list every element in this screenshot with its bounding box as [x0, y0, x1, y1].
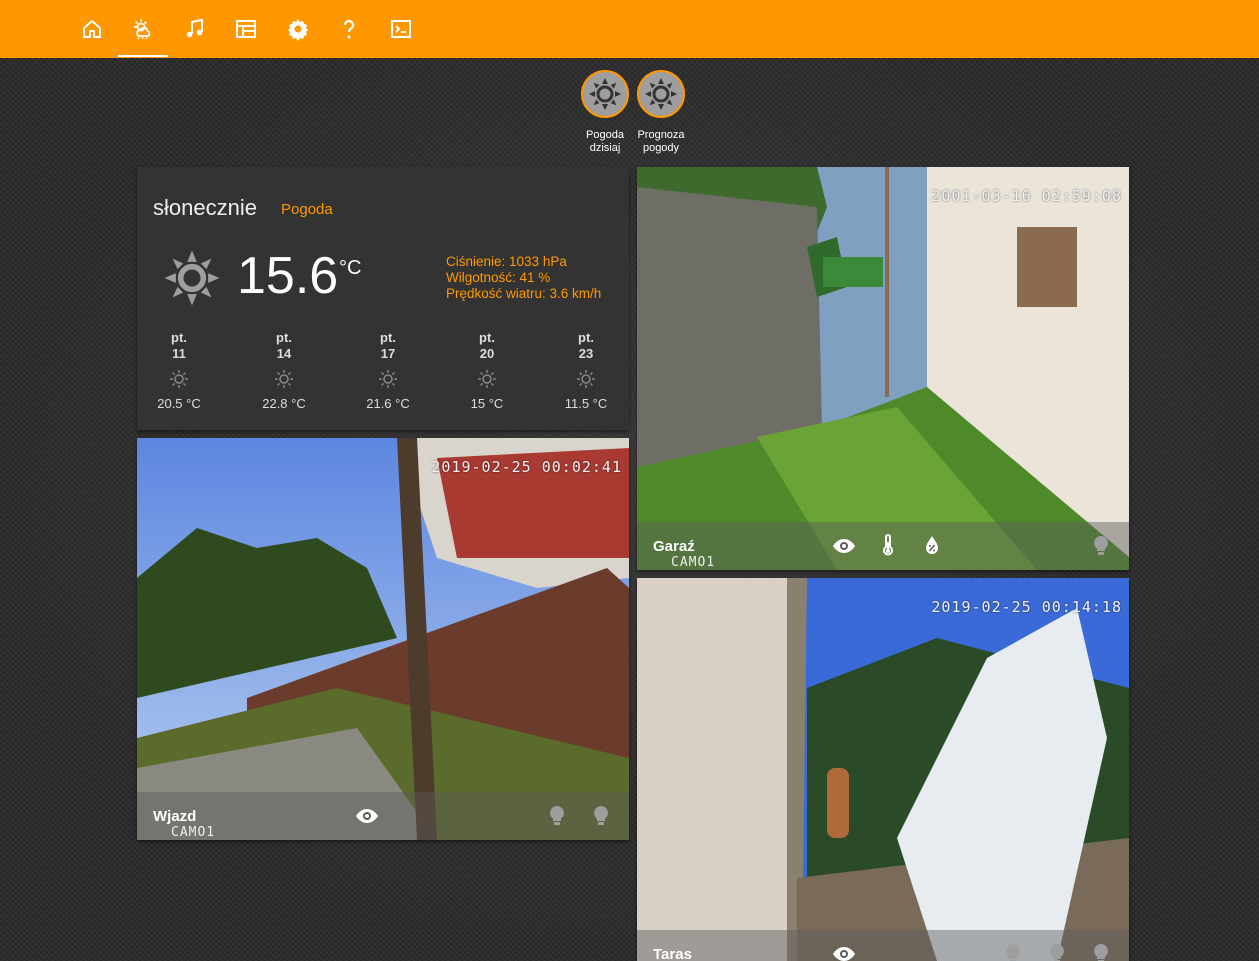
weather-label: Pogoda: [281, 201, 333, 218]
camera-name: Taras: [653, 946, 692, 961]
forecast-date: 23: [578, 346, 594, 361]
lightbulb-icon[interactable]: [1045, 942, 1069, 961]
sun-icon: [353, 369, 423, 391]
lightbulb-icon[interactable]: [1001, 942, 1025, 961]
weather-card[interactable]: słonecznie Pogoda 15.6 °C Ciśnienie: 103…: [137, 167, 629, 430]
camera-timestamp: 2019-02-25 00:02:41: [431, 458, 622, 476]
camera-card-wjazd[interactable]: 2019-02-25 00:02:41 Wjazd CAMO1: [137, 438, 629, 840]
forecast-date: 17: [380, 346, 396, 361]
forecast-day-name: pt.: [380, 330, 396, 345]
camera-name: Wjazd: [153, 808, 197, 825]
eye-icon[interactable]: [832, 534, 856, 558]
camera-timestamp: 2001-03-16 02:59:08: [931, 187, 1122, 205]
music-icon: [186, 18, 203, 38]
camera-toolbar: Wjazd CAMO1: [137, 792, 629, 840]
sun-icon: [249, 369, 319, 391]
scene-weather-today[interactable]: Pogoda dzisiaj: [575, 70, 635, 155]
scene-weather-forecast[interactable]: Prognoza pogody: [631, 70, 691, 155]
lightbulb-icon[interactable]: [545, 804, 569, 828]
camera-feed-image: [137, 438, 629, 840]
tab-music[interactable]: [170, 0, 220, 58]
home-icon: [83, 20, 101, 38]
terminal-icon: [391, 20, 411, 38]
pressure: Ciśnienie: 1033 hPa: [446, 254, 567, 269]
camera-feed-image: [637, 578, 1129, 961]
tab-home[interactable]: [67, 0, 117, 58]
tab-console[interactable]: [376, 0, 426, 58]
tab-weather[interactable]: [118, 0, 168, 58]
wind-speed: Prędkość wiatru: 3.6 km/h: [446, 286, 602, 301]
forecast-day: pt. 20 15 °C: [452, 330, 522, 411]
tab-schedule[interactable]: [221, 0, 271, 58]
lightbulb-icon[interactable]: [1089, 534, 1113, 558]
forecast-temp: 22.8 °C: [262, 396, 306, 411]
forecast-temp: 21.6 °C: [366, 396, 410, 411]
forecast-day: pt. 11 20.5 °C: [144, 330, 214, 411]
camera-card-garaz[interactable]: 2001-03-16 02:59:08 Garaź CAMO1: [637, 167, 1129, 570]
current-temperature: 15.6: [237, 247, 339, 305]
sun-icon: [144, 369, 214, 391]
weather-icon: [134, 19, 151, 40]
forecast-day-name: pt.: [171, 330, 187, 345]
sun-icon: [581, 70, 629, 118]
forecast-day-name: pt.: [276, 330, 292, 345]
weather-details: Ciśnienie: 1033 hPa Wilgotność: 41 % Prę…: [446, 254, 601, 302]
humidity: Wilgotność: 41 %: [446, 270, 551, 285]
camera-timestamp: 2019-02-25 00:14:18: [931, 598, 1122, 616]
scene-label-line2: dzisiaj: [589, 142, 621, 154]
weather-condition: słonecznie: [153, 195, 257, 220]
forecast-day-name: pt.: [479, 330, 495, 345]
sun-icon: [637, 70, 685, 118]
eye-icon[interactable]: [355, 804, 379, 828]
camera-feed-image: [637, 167, 1129, 570]
scene-label-line1: Prognoza: [637, 129, 685, 141]
camera-toolbar: Taras: [637, 930, 1129, 961]
temperature-unit: °C: [339, 257, 362, 279]
camera-toolbar: Garaź CAMO1: [637, 522, 1129, 570]
eye-icon[interactable]: [832, 942, 856, 961]
forecast-date: 11: [172, 346, 186, 361]
top-nav-bar: [0, 0, 1259, 58]
forecast-day: pt. 23 11.5 °C: [551, 330, 621, 411]
tab-settings[interactable]: [273, 0, 323, 58]
schedule-icon: [236, 20, 256, 38]
sun-icon: [452, 369, 522, 391]
camera-name: Garaź: [653, 538, 695, 555]
humidity-icon[interactable]: [920, 534, 944, 558]
thermometer-icon[interactable]: [876, 534, 900, 558]
forecast-temp: 15 °C: [470, 396, 504, 411]
forecast-temp: 11.5 °C: [564, 396, 608, 411]
camera-id: CAMO1: [671, 555, 716, 570]
camera-id: CAMO1: [171, 825, 216, 840]
sun-icon: [551, 369, 621, 391]
help-icon: [343, 19, 355, 39]
sun-icon: [163, 247, 221, 314]
lightbulb-icon[interactable]: [589, 804, 613, 828]
forecast-temp: 20.5 °C: [157, 396, 201, 411]
lightbulb-icon[interactable]: [1089, 942, 1113, 961]
tab-help[interactable]: [324, 0, 374, 58]
forecast-day: pt. 17 21.6 °C: [353, 330, 423, 411]
gear-icon: [288, 19, 308, 41]
forecast-day: pt. 14 22.8 °C: [249, 330, 319, 411]
scene-label-line2: pogody: [642, 142, 680, 154]
scene-label-line1: Pogoda: [586, 129, 624, 141]
forecast-day-name: pt.: [578, 330, 594, 345]
forecast-date: 14: [276, 346, 292, 361]
forecast-date: 20: [479, 346, 495, 361]
camera-card-taras[interactable]: 2019-02-25 00:14:18 Taras: [637, 578, 1129, 961]
